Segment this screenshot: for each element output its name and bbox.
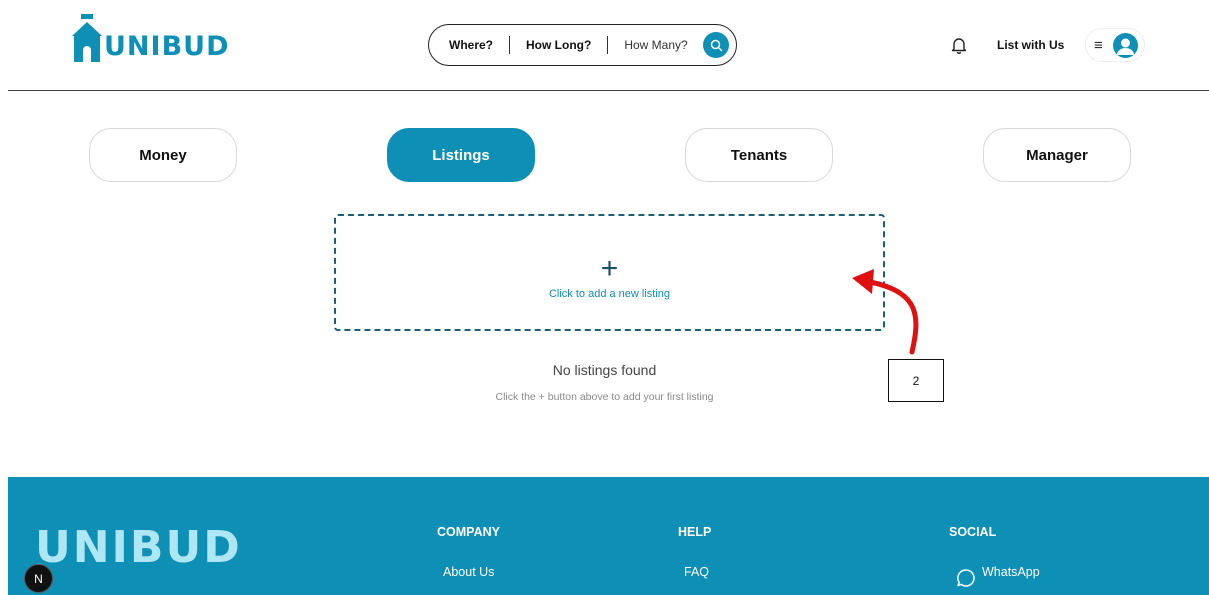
search-how-many[interactable]: How Many? <box>624 38 687 52</box>
tab-manager[interactable]: Manager <box>983 128 1131 182</box>
schoolhouse-icon <box>72 14 102 62</box>
search-bar[interactable]: Where? How Long? How Many? <box>428 24 737 66</box>
footer-link-whatsapp[interactable]: WhatsApp <box>982 565 1040 579</box>
search-divider <box>509 36 511 54</box>
footer-heading-company: COMPANY <box>437 525 500 539</box>
footer-link-faq[interactable]: FAQ <box>684 565 709 579</box>
tab-tenants[interactable]: Tenants <box>685 128 833 182</box>
bell-icon[interactable] <box>949 35 969 55</box>
tab-listings[interactable]: Listings <box>387 128 535 182</box>
search-how-long[interactable]: How Long? <box>526 38 591 52</box>
search-where[interactable]: Where? <box>449 38 493 52</box>
whatsapp-icon <box>957 569 975 587</box>
hamburger-icon: ≡ <box>1094 36 1103 54</box>
search-button[interactable] <box>703 32 729 58</box>
dev-tools-badge[interactable]: N <box>24 564 53 593</box>
site-footer: UNIBUD COMPANY About Us HELP FAQ SOCIAL … <box>8 477 1209 595</box>
site-header: UNIBUD Where? How Long? How Many? List w… <box>0 0 1209 91</box>
footer-logo: UNIBUD <box>35 522 242 573</box>
tab-money[interactable]: Money <box>89 128 237 182</box>
user-avatar-icon <box>1113 33 1138 58</box>
empty-state-title: No listings found <box>552 362 657 378</box>
footer-link-about-us[interactable]: About Us <box>443 565 494 579</box>
empty-state-subtitle: Click the + button above to add your fir… <box>495 391 714 403</box>
annotation-label: 2 <box>888 359 944 402</box>
footer-heading-help: HELP <box>678 525 712 539</box>
add-listing-label: Click to add a new listing <box>548 287 671 300</box>
logo-text: UNIBUD <box>104 31 230 62</box>
unibud-logo[interactable]: UNIBUD <box>72 12 229 62</box>
search-divider <box>607 36 609 54</box>
header-divider <box>8 90 1209 91</box>
add-listing-button[interactable]: + Click to add a new listing <box>334 214 885 331</box>
footer-heading-social: SOCIAL <box>949 525 997 539</box>
search-icon <box>710 39 722 51</box>
list-with-us-link[interactable]: List with Us <box>997 38 1064 52</box>
annotation-arrow-icon <box>852 269 919 355</box>
user-menu-button[interactable]: ≡ <box>1085 28 1145 62</box>
plus-icon: + <box>600 251 619 285</box>
